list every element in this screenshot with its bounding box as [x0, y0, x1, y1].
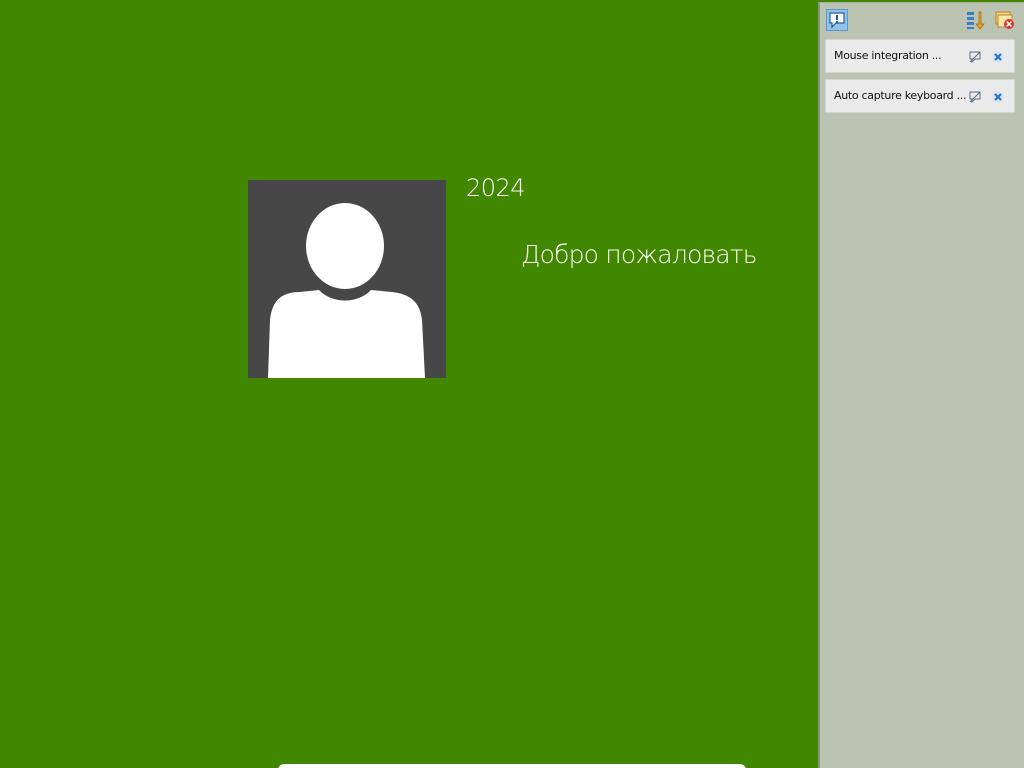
- notification-item[interactable]: Mouse integration ...: [825, 39, 1015, 73]
- close-icon[interactable]: [991, 89, 1005, 103]
- close-icon[interactable]: [991, 49, 1005, 63]
- close-all-icon[interactable]: [994, 9, 1016, 31]
- notification-text: Auto capture keyboard ...: [834, 89, 967, 102]
- notification-toolbar: [820, 3, 1024, 35]
- dont-show-again-icon[interactable]: [968, 89, 982, 104]
- notification-center-panel: Mouse integration ... Auto capture keybo…: [818, 2, 1024, 768]
- dont-show-again-icon[interactable]: [968, 49, 982, 64]
- login-screen: 2024 Добро пожаловать Mouse integration …: [0, 0, 1024, 768]
- welcome-message: Добро пожаловать: [521, 240, 757, 269]
- user-name: 2024: [466, 174, 526, 202]
- user-avatar[interactable]: [248, 180, 446, 378]
- notification-center-icon[interactable]: [826, 9, 848, 31]
- notification-item[interactable]: Auto capture keyboard ...: [825, 79, 1015, 113]
- bottom-bar: [278, 764, 746, 768]
- user-silhouette-icon: [248, 180, 446, 378]
- sort-icon[interactable]: [964, 9, 986, 31]
- notification-text: Mouse integration ...: [834, 49, 942, 62]
